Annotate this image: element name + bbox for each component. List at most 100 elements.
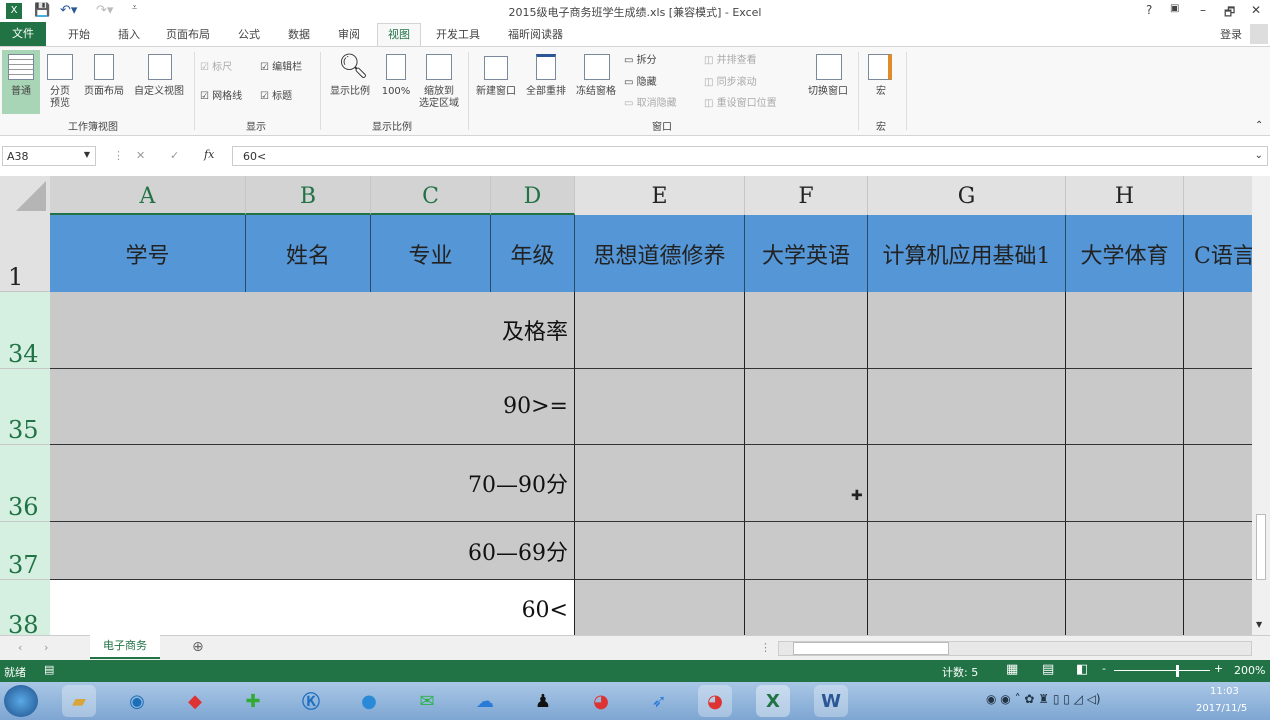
row-label-cell[interactable]: 及格率	[50, 292, 575, 369]
column-header-h[interactable]: H	[1066, 176, 1184, 215]
empty-cell[interactable]	[745, 522, 868, 580]
tab-review[interactable]: 审阅	[338, 26, 360, 42]
empty-cell[interactable]	[1066, 369, 1184, 445]
empty-cell[interactable]	[745, 369, 868, 445]
row-header-35[interactable]: 35	[0, 369, 50, 445]
empty-cell[interactable]	[1184, 522, 1252, 580]
qq-icon[interactable]: ♟	[526, 685, 560, 717]
spreadsheet-grid[interactable]: A B C D E F G H 1 学号 姓名 专业 年级 思想道德修养 大学英…	[0, 176, 1252, 635]
header-cell-english[interactable]: 大学英语	[745, 215, 868, 292]
close-button[interactable]: ✕	[1251, 3, 1261, 17]
row-label-cell[interactable]: 60—69分	[50, 522, 575, 580]
zoom-slider[interactable]: - +	[1102, 662, 1223, 677]
reset-window-position-button[interactable]: ◫ 重设窗口位置	[704, 98, 777, 110]
headings-checkbox[interactable]: ☑ 标题	[260, 91, 292, 103]
name-box[interactable]: A38 ▼	[2, 146, 96, 166]
minimize-button[interactable]: –	[1200, 3, 1206, 17]
restore-button[interactable]: 🗗	[1224, 3, 1235, 24]
page-layout-status-icon[interactable]: ▤	[1042, 662, 1054, 677]
column-header-i[interactable]	[1184, 176, 1252, 215]
header-cell-c-language[interactable]: C语言	[1184, 215, 1252, 292]
help-button[interactable]: ?	[1146, 3, 1152, 17]
header-cell-major[interactable]: 专业	[371, 215, 491, 292]
zoom-100-button[interactable]: 100%	[378, 50, 414, 114]
column-header-b[interactable]: B	[246, 176, 371, 215]
row-header-34[interactable]: 34	[0, 292, 50, 369]
row-header-36[interactable]: 36	[0, 445, 50, 522]
zoom-slider-thumb[interactable]	[1176, 665, 1179, 677]
tab-formulas[interactable]: 公式	[238, 26, 260, 42]
wechat-icon[interactable]: ✉	[410, 685, 444, 717]
system-tray-icons[interactable]: ◉ ◉ ˄ ✿ ♜ ▯ ▯ ◿ ◁)	[986, 692, 1101, 706]
freeze-panes-button[interactable]: 冻结窗格	[572, 50, 620, 114]
header-cell-ethics[interactable]: 思想道德修养	[575, 215, 745, 292]
column-header-c[interactable]: C	[371, 176, 491, 215]
view-side-by-side-button[interactable]: ◫ 并排查看	[704, 55, 757, 67]
excel-taskbar-icon[interactable]: X	[756, 685, 790, 717]
zoom-level[interactable]: 200%	[1234, 664, 1265, 677]
cancel-icon[interactable]: ✕	[136, 149, 145, 162]
tab-page-layout[interactable]: 页面布局	[166, 26, 210, 42]
ruler-checkbox[interactable]: ☑ 标尺	[200, 62, 232, 74]
row-header-38[interactable]: 38	[0, 580, 50, 635]
empty-cell[interactable]	[868, 369, 1066, 445]
empty-cell[interactable]	[1184, 445, 1252, 522]
sign-in-link[interactable]: 登录	[1220, 26, 1242, 42]
gridlines-checkbox[interactable]: ☑ 网格线	[200, 91, 242, 103]
formula-input[interactable]: 60< ⌄	[232, 146, 1268, 166]
row-label-cell[interactable]: 70—90分	[50, 445, 575, 522]
new-sheet-button[interactable]: ⊕	[192, 639, 204, 655]
arrange-all-button[interactable]: 全部重排	[522, 50, 570, 114]
empty-cell[interactable]	[868, 580, 1066, 635]
row-header-37[interactable]: 37	[0, 522, 50, 580]
new-window-button[interactable]: 新建窗口	[472, 50, 520, 114]
page-break-status-icon[interactable]: ◧	[1076, 662, 1088, 677]
empty-cell[interactable]	[868, 292, 1066, 369]
normal-view-status-icon[interactable]: ▦	[1006, 662, 1018, 677]
horizontal-scroll-thumb[interactable]	[793, 642, 949, 655]
empty-cell[interactable]	[745, 292, 868, 369]
sync-scroll-button[interactable]: ◫ 同步滚动	[704, 77, 757, 89]
vertical-scroll-thumb[interactable]	[1256, 514, 1266, 580]
column-header-a[interactable]: A	[50, 176, 246, 215]
empty-cell[interactable]	[575, 522, 745, 580]
tab-foxit[interactable]: 福昕阅读器	[508, 26, 563, 42]
enter-icon[interactable]: ✓	[170, 149, 179, 162]
user-avatar-icon[interactable]	[1250, 24, 1268, 44]
row-label-cell[interactable]: 60<	[50, 580, 575, 635]
file-explorer-icon[interactable]: ▰	[62, 685, 96, 717]
page-layout-view-button[interactable]: 页面布局	[80, 50, 128, 114]
zoom-in-icon[interactable]: +	[1214, 662, 1223, 675]
switch-windows-button[interactable]: 切换窗口	[802, 50, 854, 114]
tab-home[interactable]: 开始	[68, 26, 90, 42]
360-app-icon[interactable]: ✚	[236, 685, 270, 717]
start-button[interactable]	[4, 685, 38, 717]
empty-cell[interactable]	[1184, 292, 1252, 369]
baidu-netdisk-icon[interactable]: ☁	[468, 685, 502, 717]
empty-cell[interactable]	[1184, 580, 1252, 635]
empty-cell[interactable]	[1184, 369, 1252, 445]
column-header-f[interactable]: F	[745, 176, 868, 215]
tab-file[interactable]: 文件	[0, 22, 46, 46]
insert-function-icon[interactable]: fx	[204, 148, 214, 161]
empty-cell[interactable]	[575, 445, 745, 522]
droplet-app-icon[interactable]: ●	[352, 685, 386, 717]
header-cell-grade[interactable]: 年级	[491, 215, 575, 292]
macros-button[interactable]: 宏	[864, 50, 898, 114]
column-header-d[interactable]: D	[491, 176, 575, 215]
tab-insert[interactable]: 插入	[118, 26, 140, 42]
hide-button[interactable]: ▭ 隐藏	[624, 77, 657, 89]
macro-record-icon[interactable]: ▤	[44, 663, 54, 676]
next-sheet-icon[interactable]: ›	[44, 641, 48, 654]
empty-cell[interactable]	[575, 580, 745, 635]
empty-cell[interactable]	[868, 445, 1066, 522]
row-header-1[interactable]: 1	[0, 215, 50, 292]
empty-cell[interactable]	[1066, 292, 1184, 369]
horizontal-scrollbar[interactable]	[778, 641, 1252, 656]
row-label-cell[interactable]: 90>=	[50, 369, 575, 445]
tab-data[interactable]: 数据	[288, 26, 310, 42]
empty-cell[interactable]	[745, 445, 868, 522]
scroll-down-icon[interactable]: ▼	[1256, 620, 1262, 629]
select-all-button[interactable]	[0, 176, 50, 215]
header-cell-pe[interactable]: 大学体育	[1066, 215, 1184, 292]
